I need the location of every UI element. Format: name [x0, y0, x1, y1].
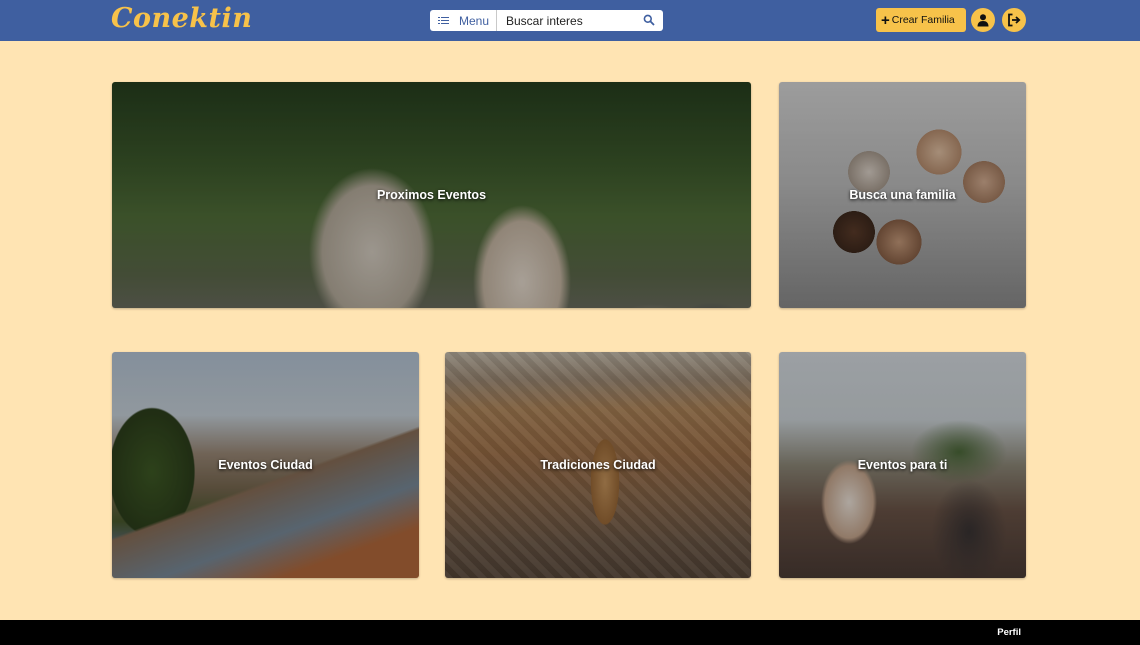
crear-familia-button[interactable]: + Crear Familia	[876, 8, 966, 32]
card-title: Eventos para ti	[857, 458, 948, 472]
user-icon	[977, 14, 989, 27]
card-eventos-ciudad[interactable]: Eventos Ciudad	[112, 352, 419, 578]
card-title: Tradiciones Ciudad	[540, 458, 656, 472]
profile-button[interactable]	[971, 8, 995, 32]
logout-icon	[1008, 13, 1021, 27]
card-eventos-para-ti[interactable]: Eventos para ti	[779, 352, 1026, 578]
list-icon	[438, 16, 449, 25]
card-proximos-eventos[interactable]: Proximos Eventos	[112, 82, 751, 308]
logout-button[interactable]	[1002, 8, 1026, 32]
card-title: Busca una familia	[849, 188, 956, 202]
crear-familia-label: Crear Familia	[891, 14, 955, 26]
card-busca-familia[interactable]: Busca una familia	[779, 82, 1026, 308]
card-tradiciones-ciudad[interactable]: Tradiciones Ciudad	[445, 352, 751, 578]
top-navbar: Conektin Menu + Crear Familia	[0, 0, 1140, 41]
menu-label: Menu	[459, 13, 490, 28]
plus-icon: +	[881, 11, 890, 29]
search-bar: Menu	[430, 10, 663, 31]
search-input[interactable]	[506, 11, 641, 30]
footer-perfil-link[interactable]: Perfil	[997, 627, 1021, 638]
footer: Perfil	[0, 620, 1140, 645]
card-title: Proximos Eventos	[376, 188, 487, 202]
search-icon[interactable]	[643, 14, 655, 26]
menu-button[interactable]: Menu	[430, 10, 497, 31]
card-title: Eventos Ciudad	[218, 458, 313, 472]
app-logo[interactable]: Conektin	[111, 3, 252, 34]
